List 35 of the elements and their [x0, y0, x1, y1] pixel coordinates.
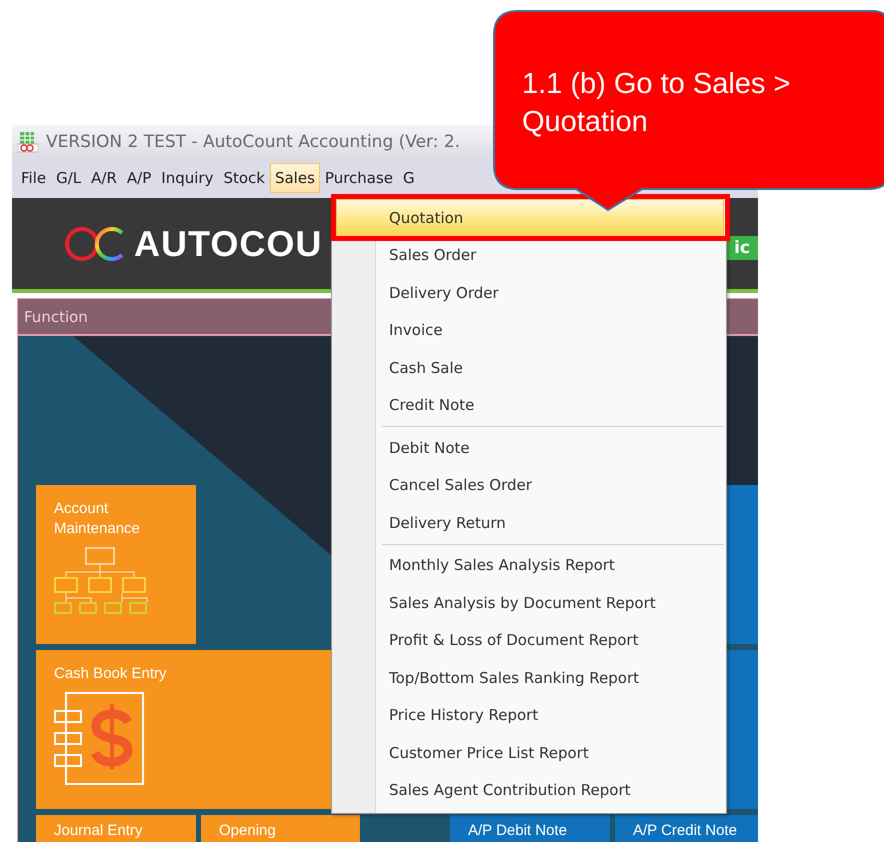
menu-item[interactable]: Debit Note	[334, 429, 724, 466]
menu-item[interactable]: File	[16, 163, 52, 193]
tile-label: A/P Debit Note	[468, 823, 568, 839]
tile-label: Journal Entry	[54, 823, 144, 839]
menu-item[interactable]: G	[398, 163, 420, 193]
menu-item[interactable]: Credit Note	[334, 386, 724, 424]
menu-item[interactable]: Sales	[270, 163, 320, 193]
logo-text: AUTOCOU	[134, 222, 322, 264]
cash-book-icon	[54, 692, 144, 786]
callout-text: 1.1 (b) Go to Sales > Quotation	[522, 67, 792, 140]
menu-item[interactable]: A/R	[86, 163, 122, 193]
menu-item[interactable]: Monthly Sales Analysis Report	[334, 546, 724, 584]
menu-item[interactable]: Sales Analysis by Document Report	[334, 584, 724, 622]
menu-item[interactable]: Purchase	[320, 163, 398, 193]
edition-badge: ic	[727, 236, 758, 260]
menu-item[interactable]: Cancel Sales Order	[334, 466, 724, 504]
menu-item[interactable]: G/L	[51, 163, 86, 193]
tile-label: A/P Credit Note	[633, 823, 738, 839]
menu-item[interactable]: Cash Sale	[334, 349, 724, 386]
tile-label: Opening	[219, 823, 277, 839]
menu-item[interactable]: Delivery Return	[334, 504, 724, 542]
menu-item[interactable]: Inquiry	[156, 163, 218, 193]
menu-item[interactable]: Sales Order	[334, 236, 724, 274]
org-chart-icon	[54, 547, 150, 615]
panel-title: Function	[24, 308, 88, 326]
function-tile[interactable]: A/P Debit Note	[450, 815, 610, 842]
menu-item[interactable]: A/P	[122, 163, 156, 193]
app-icon	[18, 130, 38, 152]
window-title: VERSION 2 TEST - AutoCount Accounting (Ver: 2.	[46, 132, 460, 152]
menu-item[interactable]: Invoice	[334, 312, 724, 349]
tile-label: Cash Book Entry	[54, 664, 168, 684]
menu-item[interactable]: Delivery Order	[334, 274, 724, 312]
tile-label: Account Maintenance	[54, 499, 141, 539]
menu-item[interactable]: Stock	[218, 163, 270, 193]
function-tile[interactable]: A/P Credit Note	[615, 815, 758, 842]
